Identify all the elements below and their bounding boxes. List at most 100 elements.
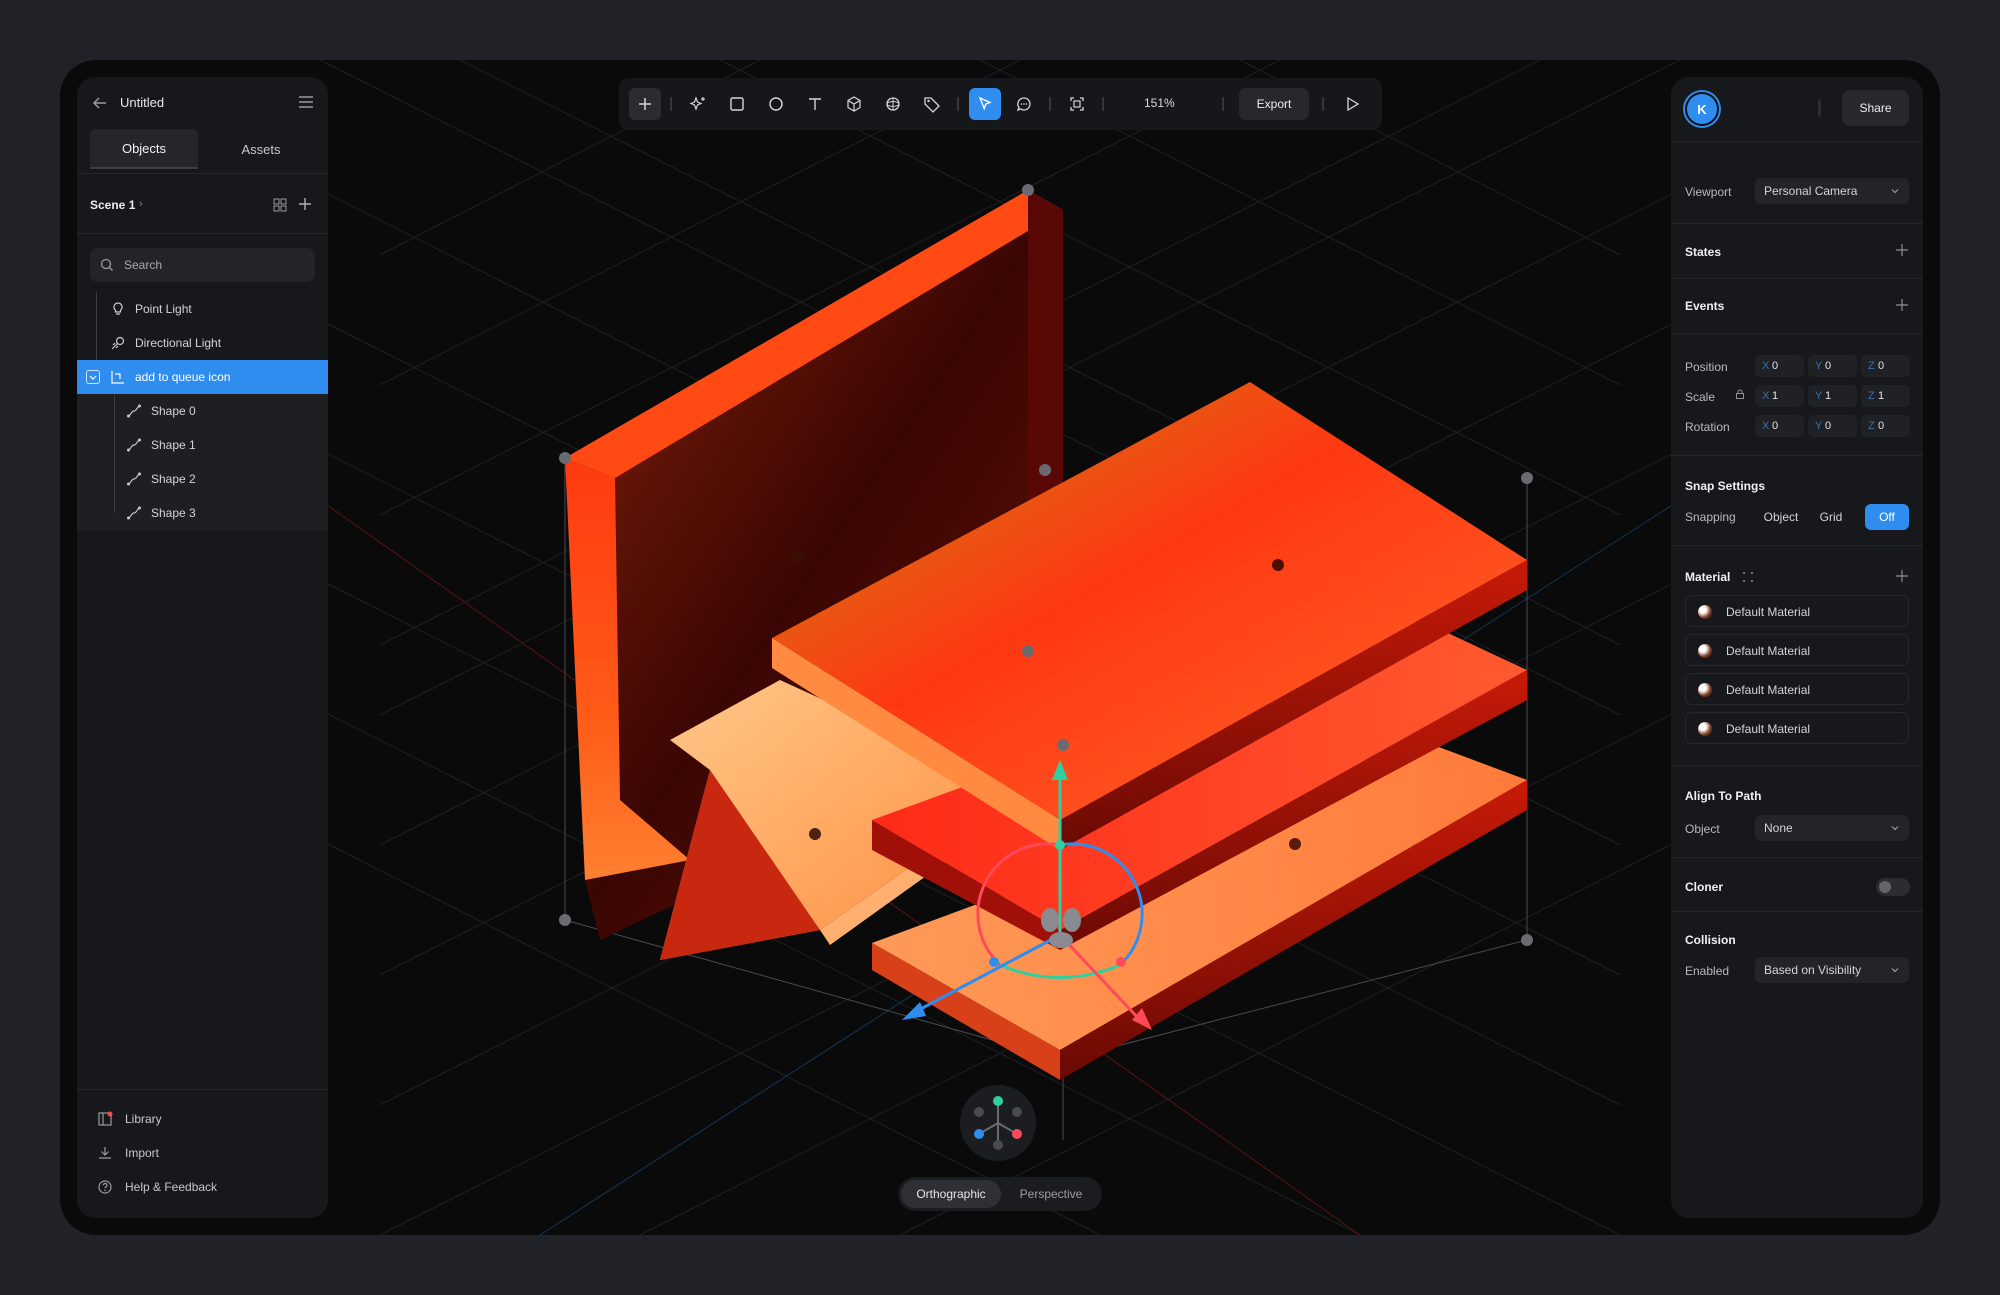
tree-item-directional-light[interactable]: Directional Light	[77, 326, 328, 360]
snap-object-option[interactable]: Object	[1755, 504, 1807, 530]
frame-tool-button[interactable]	[1061, 88, 1093, 120]
rotation-z-field[interactable]: Z0	[1861, 415, 1910, 437]
path-icon	[127, 506, 141, 520]
add-state-icon[interactable]	[1895, 243, 1909, 257]
header-separator	[1818, 99, 1821, 117]
help-label: Help & Feedback	[125, 1180, 218, 1194]
library-icon	[98, 1111, 113, 1126]
rotation-x-value: 0	[1772, 420, 1779, 432]
collision-select[interactable]: Based on Visibility	[1755, 957, 1909, 983]
viewport-select[interactable]: Personal Camera	[1755, 178, 1909, 204]
orientation-gizmo[interactable]	[960, 1085, 1036, 1161]
rotation-y-value: 0	[1825, 420, 1832, 432]
tree-item-label: Point Light	[135, 302, 192, 316]
material-item[interactable]: Default Material	[1685, 712, 1909, 744]
play-icon	[1347, 96, 1360, 112]
library-label: Library	[125, 1112, 162, 1126]
cube-icon	[847, 96, 861, 112]
tag-tool-button[interactable]	[916, 88, 948, 120]
add-material-icon[interactable]	[1895, 569, 1909, 583]
orthographic-option[interactable]: Orthographic	[901, 1180, 1001, 1208]
position-y-field[interactable]: Y0	[1808, 355, 1857, 377]
tree-item-add-to-queue-icon[interactable]: add to queue icon	[77, 360, 328, 394]
rotation-y-field[interactable]: Y0	[1808, 415, 1857, 437]
rotation-z-value: 0	[1878, 420, 1885, 432]
add-event-icon[interactable]	[1895, 298, 1909, 312]
main-toolbar: 151% Export	[619, 78, 1382, 130]
snap-grid-option[interactable]: Grid	[1809, 504, 1853, 530]
help-icon	[98, 1180, 112, 1194]
viewport-value: Personal Camera	[1764, 184, 1858, 198]
zoom-level[interactable]: 151%	[1144, 96, 1175, 110]
sphere-tool-button[interactable]	[877, 88, 909, 120]
scene-name[interactable]: Scene 1	[90, 198, 135, 212]
cloner-toggle[interactable]	[1876, 878, 1910, 896]
tree-item-shape-2[interactable]: Shape 2	[77, 462, 328, 496]
scene-selector[interactable]: Scene 1 ›	[90, 192, 315, 218]
comment-tool-button[interactable]	[1008, 88, 1040, 120]
rotation-x-field[interactable]: X0	[1755, 415, 1804, 437]
material-item[interactable]: Default Material	[1685, 595, 1909, 627]
panel-header: Untitled	[77, 77, 328, 129]
divider	[1671, 455, 1923, 456]
toolbar-separator	[1049, 97, 1051, 111]
divider	[1671, 223, 1923, 224]
view-mode-switch[interactable]: Orthographic Perspective	[898, 1177, 1102, 1211]
share-button[interactable]: Share	[1842, 90, 1909, 126]
tree-item-point-light[interactable]: Point Light	[77, 292, 328, 326]
tree-item-label: Shape 1	[151, 438, 196, 452]
text-tool-button[interactable]	[799, 88, 831, 120]
tree-item-label: Shape 2	[151, 472, 196, 486]
toolbar-separator	[957, 97, 959, 111]
collapse-toggle[interactable]	[86, 370, 100, 384]
tab-assets[interactable]: Assets	[207, 129, 315, 169]
path-icon	[127, 438, 141, 452]
axis-z-label: Z	[1868, 420, 1875, 432]
snapping-segmented-control: Object Grid Off	[1755, 504, 1909, 530]
rectangle-icon	[730, 97, 744, 111]
rectangle-tool-button[interactable]	[721, 88, 753, 120]
perspective-option[interactable]: Perspective	[1003, 1180, 1099, 1208]
menu-icon[interactable]	[298, 95, 314, 109]
avatar[interactable]: K	[1685, 92, 1719, 126]
position-x-field[interactable]: X0	[1755, 355, 1804, 377]
sparkle-icon	[689, 96, 705, 111]
material-swatch-icon	[1698, 644, 1712, 658]
select-tool-button[interactable]	[969, 88, 1001, 120]
lock-icon[interactable]	[1734, 388, 1746, 400]
position-z-field[interactable]: Z0	[1861, 355, 1910, 377]
3d-viewport[interactable]: Orthographic Perspective	[60, 60, 1940, 1235]
material-grid-icon[interactable]	[1742, 571, 1754, 583]
add-button[interactable]	[629, 88, 661, 120]
align-object-select[interactable]: None	[1755, 815, 1909, 841]
tab-objects[interactable]: Objects	[90, 129, 198, 169]
snap-off-option[interactable]: Off	[1865, 504, 1909, 530]
grid-view-icon[interactable]	[273, 198, 287, 212]
scene-canvas[interactable]	[60, 60, 1940, 1235]
tree-item-shape-3[interactable]: Shape 3	[77, 496, 328, 530]
align-object-value: None	[1764, 821, 1793, 835]
export-button[interactable]: Export	[1239, 88, 1309, 120]
file-title[interactable]: Untitled	[120, 95, 164, 110]
back-arrow-icon[interactable]	[91, 94, 109, 112]
path-icon	[127, 472, 141, 486]
tree-item-shape-0[interactable]: Shape 0	[77, 394, 328, 428]
scale-x-field[interactable]: X1	[1755, 385, 1804, 407]
chevron-down-icon	[1891, 826, 1899, 831]
play-button[interactable]	[1336, 88, 1368, 120]
search-input[interactable]: Search	[90, 248, 315, 282]
chevron-down-icon	[1891, 968, 1899, 973]
chevron-down-icon	[89, 375, 97, 380]
material-item[interactable]: Default Material	[1685, 634, 1909, 666]
toolbar-separator	[670, 97, 672, 111]
tree-item-shape-1[interactable]: Shape 1	[77, 428, 328, 462]
ellipse-tool-button[interactable]	[760, 88, 792, 120]
material-item[interactable]: Default Material	[1685, 673, 1909, 705]
directional-light-icon	[111, 336, 125, 350]
scale-y-field[interactable]: Y1	[1808, 385, 1857, 407]
snap-settings-heading: Snap Settings	[1685, 479, 1766, 493]
add-scene-icon[interactable]	[297, 196, 313, 212]
cube-tool-button[interactable]	[838, 88, 870, 120]
scale-z-field[interactable]: Z1	[1861, 385, 1910, 407]
ai-tool-button[interactable]	[682, 88, 714, 120]
